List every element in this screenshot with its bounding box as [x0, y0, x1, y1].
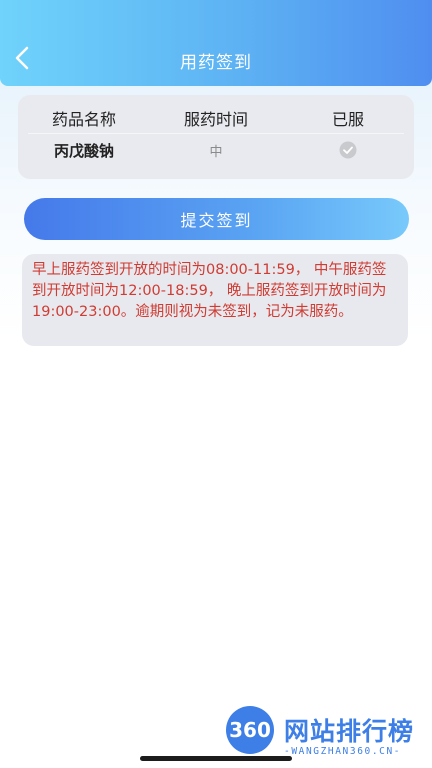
column-header-time: 服药时间 [183, 110, 248, 129]
checkin-notice: 早上服药签到开放的时间为08:00-11:59， 中午服药签到开放时间为12:0… [22, 254, 408, 346]
medication-table: 药品名称 服药时间 已服 丙戊酸钠 中 [18, 95, 414, 179]
column-header-taken: 已服 [331, 110, 364, 129]
check-circle-icon [339, 141, 357, 159]
watermark-subtitle: -WANGZHAN360.CN- [284, 746, 402, 757]
time-cell: 中 [209, 144, 223, 160]
table-divider [28, 133, 404, 134]
taken-checkbox[interactable] [282, 135, 414, 165]
app-header: 用药签到 [0, 0, 432, 86]
watermark-logo: 360 [226, 706, 274, 754]
home-indicator[interactable] [140, 756, 292, 761]
column-header-drug-name: 药品名称 [51, 110, 116, 129]
submit-checkin-button[interactable]: 提交签到 [24, 198, 409, 240]
watermark-title: 网站排行榜 [284, 717, 415, 746]
drug-name-cell: 丙戊酸钠 [53, 141, 114, 160]
table-row: 丙戊酸钠 中 [18, 135, 414, 165]
table-header: 药品名称 服药时间 已服 [18, 103, 414, 133]
page-title: 用药签到 [180, 53, 252, 73]
